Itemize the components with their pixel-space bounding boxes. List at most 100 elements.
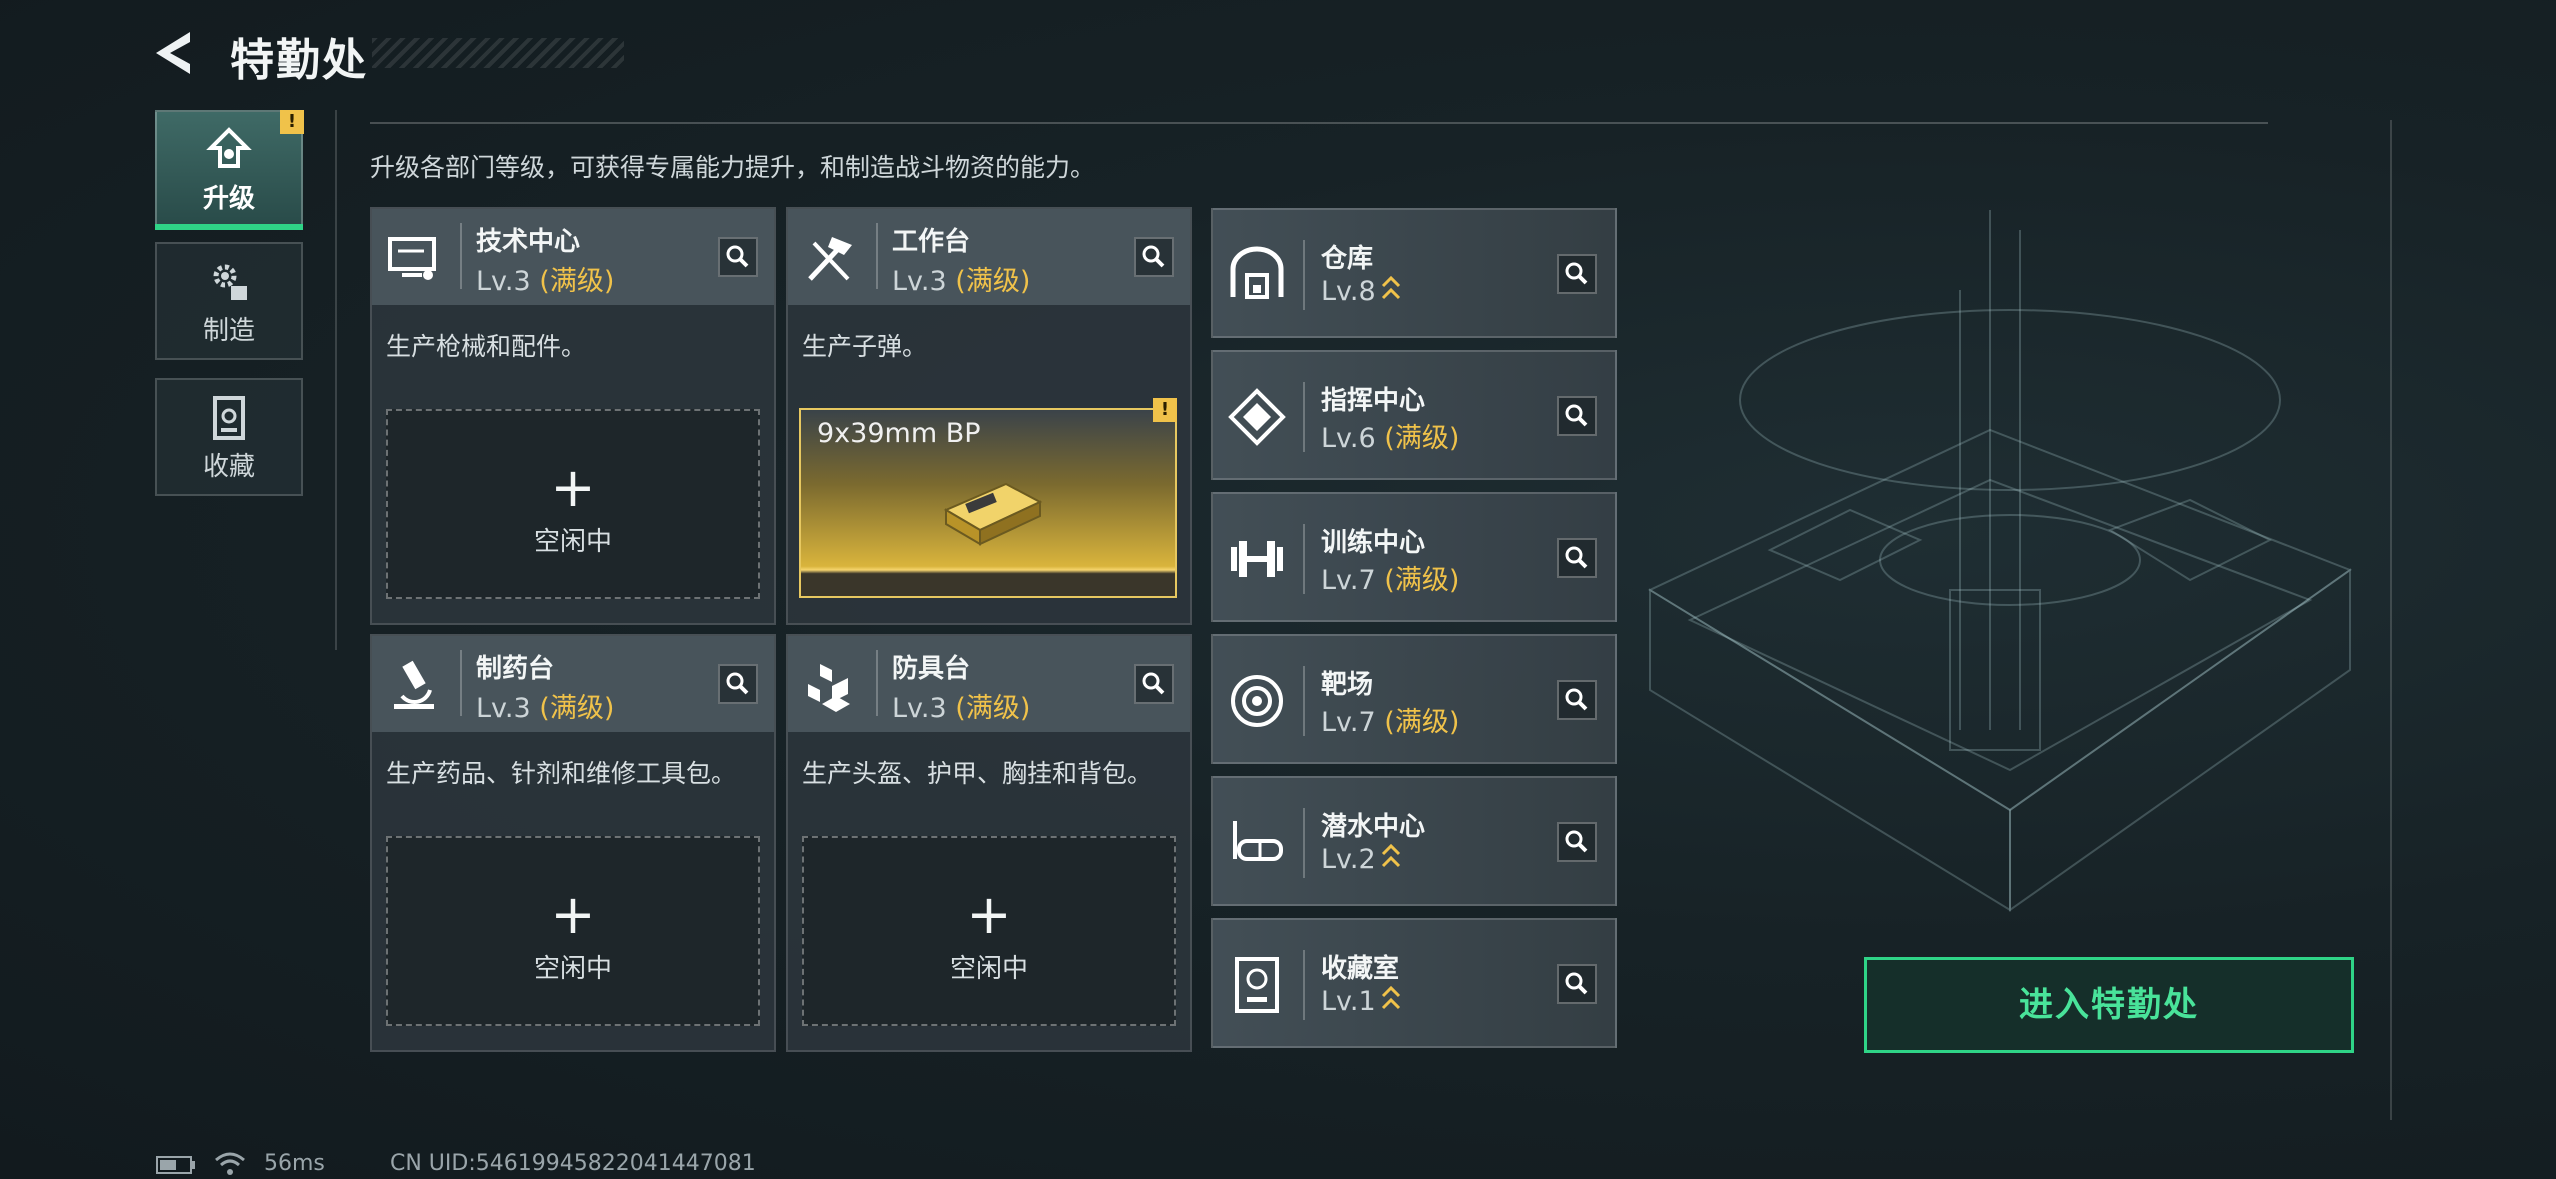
facility-level: Lv.2 <box>1321 842 1402 875</box>
facility-warehouse[interactable]: 仓库 Lv.8 <box>1211 208 1617 338</box>
enter-special-ops-button[interactable]: 进入特勤处 <box>1864 957 2354 1053</box>
facility-name: 训练中心 <box>1321 528 1426 558</box>
department-description: 生产子弹。 <box>802 332 928 361</box>
search-icon <box>1565 262 1588 285</box>
search-icon <box>1565 404 1588 427</box>
separator <box>876 650 878 716</box>
level-value: Lv.7 <box>1321 707 1376 738</box>
gears-icon <box>213 264 247 300</box>
level-value: Lv.6 <box>1321 423 1376 454</box>
inspect-button[interactable] <box>1557 680 1597 720</box>
department-card-armor-bench[interactable]: 防具台 Lv.3 (满级) 生产头盔、护甲、胸挂和背包。 + 空闲中 <box>786 634 1192 1052</box>
separator <box>1303 240 1305 310</box>
production-slot-empty[interactable]: + 空闲中 <box>386 409 760 599</box>
deco-rule <box>2390 120 2392 1120</box>
battery-icon <box>156 1156 195 1174</box>
collection-icon <box>213 396 245 440</box>
facility-shooting-range[interactable]: 靶场 Lv.7 (满级) <box>1211 634 1617 764</box>
facility-trophy-room[interactable]: 收藏室 Lv.1 <box>1211 918 1617 1048</box>
separator <box>1303 950 1305 1020</box>
slot-status: 空闲中 <box>533 954 612 984</box>
back-arrow-icon[interactable] <box>150 26 204 80</box>
max-level-tag: (满级) <box>539 693 615 724</box>
tab-craft[interactable]: 制造 <box>155 242 303 360</box>
facility-level: Lv.1 <box>1321 984 1402 1017</box>
inspect-button[interactable] <box>718 237 758 277</box>
card-header: 工作台 Lv.3 (满级) <box>788 209 1190 305</box>
department-level: Lv.3 (满级) <box>476 259 614 298</box>
separator <box>1303 382 1305 452</box>
title-decoration <box>372 38 624 68</box>
department-name: 工作台 <box>892 227 971 257</box>
inspect-button[interactable] <box>1557 254 1597 294</box>
facility-name: 潜水中心 <box>1321 812 1426 842</box>
inspect-button[interactable] <box>1557 396 1597 436</box>
user-id: CN UID:5461994582204144708​1 <box>390 1151 756 1176</box>
trophy-room-icon <box>1235 957 1279 1013</box>
tech-center-icon <box>388 237 436 280</box>
inspect-button[interactable] <box>1557 538 1597 578</box>
inspect-button[interactable] <box>1557 964 1597 1004</box>
department-description: 生产枪械和配件。 <box>386 332 587 361</box>
separator <box>1303 524 1305 594</box>
divider <box>370 122 2268 124</box>
inspect-button[interactable] <box>1557 822 1597 862</box>
production-slot-active[interactable]: 9x39mm BP <box>799 408 1177 598</box>
tab-label: 制造 <box>202 316 255 346</box>
microscope-icon <box>394 660 434 709</box>
department-description: 生产药品、针剂和维修工具包。 <box>386 759 737 788</box>
max-level-tag: (满级) <box>1384 565 1460 596</box>
level-value: Lv.8 <box>1321 276 1376 307</box>
active-tab-indicator <box>155 224 303 230</box>
tab-collection[interactable]: 收藏 <box>155 378 303 496</box>
alert-badge: ! <box>1153 398 1177 422</box>
slot-status: 空闲中 <box>533 527 612 557</box>
department-name: 防具台 <box>892 654 971 684</box>
inspect-button[interactable] <box>1134 664 1174 704</box>
slot-status: 空闲中 <box>949 954 1028 984</box>
max-level-tag: (满级) <box>539 266 615 297</box>
department-card-tech-center[interactable]: 技术中心 Lv.3 (满级) 生产枪械和配件。 + 空闲中 <box>370 207 776 625</box>
warehouse-icon <box>1230 246 1284 299</box>
inspect-button[interactable] <box>718 664 758 704</box>
department-name: 技术中心 <box>476 227 581 257</box>
search-icon <box>1565 546 1588 569</box>
network-latency: 56ms <box>264 1151 325 1176</box>
workbench-icon <box>808 237 852 281</box>
add-icon: + <box>550 883 596 946</box>
search-icon <box>1142 245 1165 268</box>
facility-training-center[interactable]: 训练中心 Lv.7 (满级) <box>1211 492 1617 622</box>
separator <box>876 223 878 289</box>
department-card-pharmacy[interactable]: 制药台 Lv.3 (满级) 生产药品、针剂和维修工具包。 + 空闲中 <box>370 634 776 1052</box>
command-center-icon <box>1228 388 1286 446</box>
dumbbell-icon <box>1231 541 1283 577</box>
page-title: 特勤处 <box>230 35 368 86</box>
max-level-tag: (满级) <box>1384 707 1460 738</box>
search-icon <box>726 245 749 268</box>
add-icon: + <box>550 456 596 519</box>
level-value: Lv.3 <box>892 693 947 724</box>
department-level: Lv.3 (满级) <box>892 686 1030 725</box>
card-header: 防具台 Lv.3 (满级) <box>788 636 1190 732</box>
department-description: 生产头盔、护甲、胸挂和背包。 <box>802 759 1153 788</box>
level-value: Lv.2 <box>1321 844 1376 875</box>
card-header: 制药台 Lv.3 (满级) <box>372 636 774 732</box>
facility-name: 指挥中心 <box>1321 386 1426 416</box>
page-description: 升级各部门等级，可获得专属能力提升，和制造战斗物资的能力。 <box>370 153 1096 182</box>
upgrade-available-icon <box>1381 985 1400 1010</box>
facility-level: Lv.8 <box>1321 274 1402 307</box>
facility-level: Lv.7 (满级) <box>1321 700 1459 739</box>
product-name: 9x39mm BP <box>817 418 981 449</box>
department-level: Lv.3 (满级) <box>892 259 1030 298</box>
separator <box>460 650 462 716</box>
production-slot-empty[interactable]: + 空闲中 <box>386 836 760 1026</box>
production-slot-empty[interactable]: + 空闲中 <box>802 836 1176 1026</box>
facility-command-center[interactable]: 指挥中心 Lv.6 (满级) <box>1211 350 1617 480</box>
dive-mask-icon <box>1233 821 1283 861</box>
level-value: Lv.3 <box>476 266 531 297</box>
inspect-button[interactable] <box>1134 237 1174 277</box>
armor-bench-icon <box>808 664 850 712</box>
facility-level: Lv.6 (满级) <box>1321 416 1459 455</box>
upgrade-available-icon <box>1381 275 1400 300</box>
facility-dive-center[interactable]: 潜水中心 Lv.2 <box>1211 776 1617 906</box>
